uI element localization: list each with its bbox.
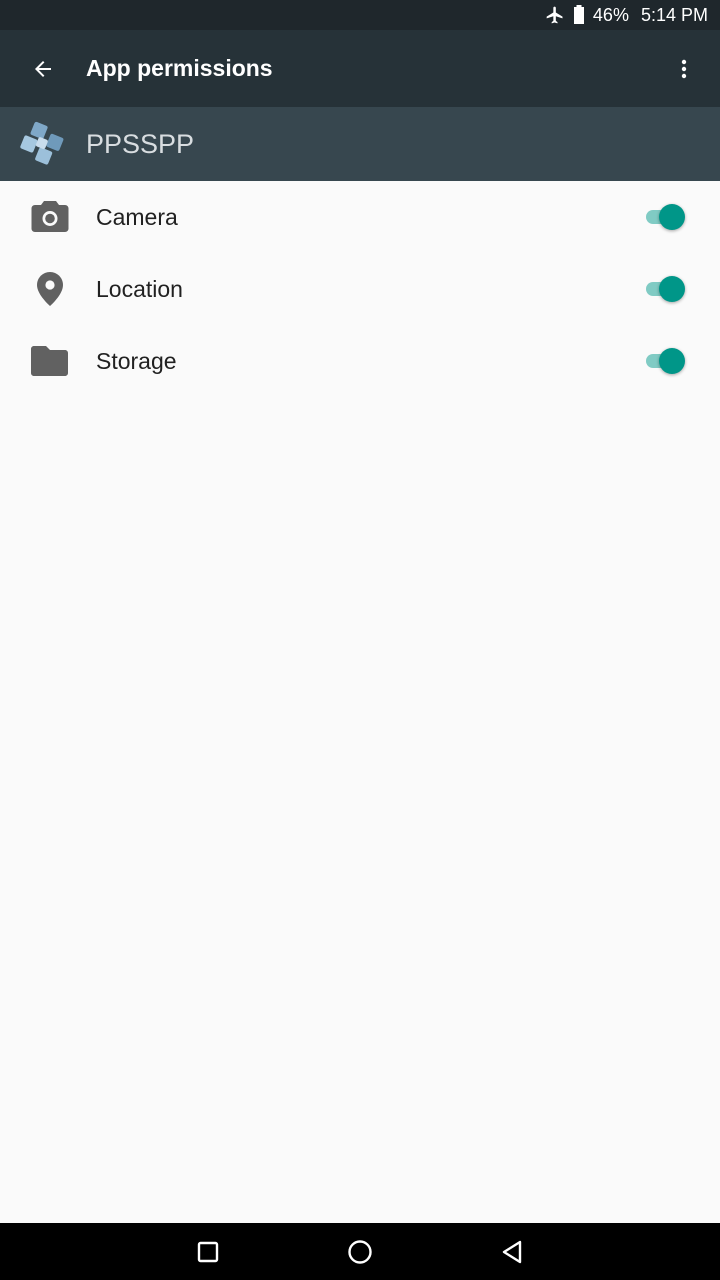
home-circle-icon <box>348 1239 372 1264</box>
page-title: App permissions <box>86 55 273 81</box>
toggle-thumb <box>659 276 685 302</box>
nav-back-button[interactable] <box>482 1223 542 1280</box>
status-bar: 46% 5:14 PM <box>0 0 720 30</box>
permission-row-camera[interactable]: Camera <box>0 181 720 253</box>
folder-icon <box>30 341 70 381</box>
permission-label: Camera <box>96 203 178 230</box>
permission-row-location[interactable]: Location <box>0 253 720 325</box>
back-button[interactable] <box>0 30 88 107</box>
clock: 5:14 PM <box>640 4 708 25</box>
app-bar: App permissions <box>0 30 720 107</box>
permission-label: Storage <box>96 347 177 374</box>
battery-icon <box>573 5 585 25</box>
navigation-bar <box>0 1223 720 1280</box>
toggle-thumb <box>659 204 685 230</box>
back-triangle-icon <box>502 1240 522 1263</box>
app-name: PPSSPP <box>86 128 195 159</box>
toggle-thumb <box>659 348 685 374</box>
permission-label: Location <box>96 275 183 302</box>
arrow-back-icon <box>35 60 51 77</box>
overflow-menu-button[interactable] <box>648 30 720 107</box>
location-pin-icon <box>30 269 70 309</box>
location-toggle[interactable] <box>642 272 688 306</box>
home-button[interactable] <box>330 1223 390 1280</box>
camera-toggle[interactable] <box>642 200 688 234</box>
battery-percent: 46% <box>592 4 629 25</box>
ppsspp-logo-icon <box>20 121 66 167</box>
recents-square-icon <box>197 1241 219 1262</box>
permission-list: Camera Location Storage <box>0 181 720 397</box>
permission-row-storage[interactable]: Storage <box>0 325 720 397</box>
more-vert-icon <box>681 59 687 78</box>
recents-button[interactable] <box>178 1223 238 1280</box>
airplane-mode-icon <box>545 5 565 25</box>
storage-toggle[interactable] <box>642 344 688 378</box>
app-header: PPSSPP <box>0 107 720 181</box>
camera-icon <box>30 197 70 237</box>
